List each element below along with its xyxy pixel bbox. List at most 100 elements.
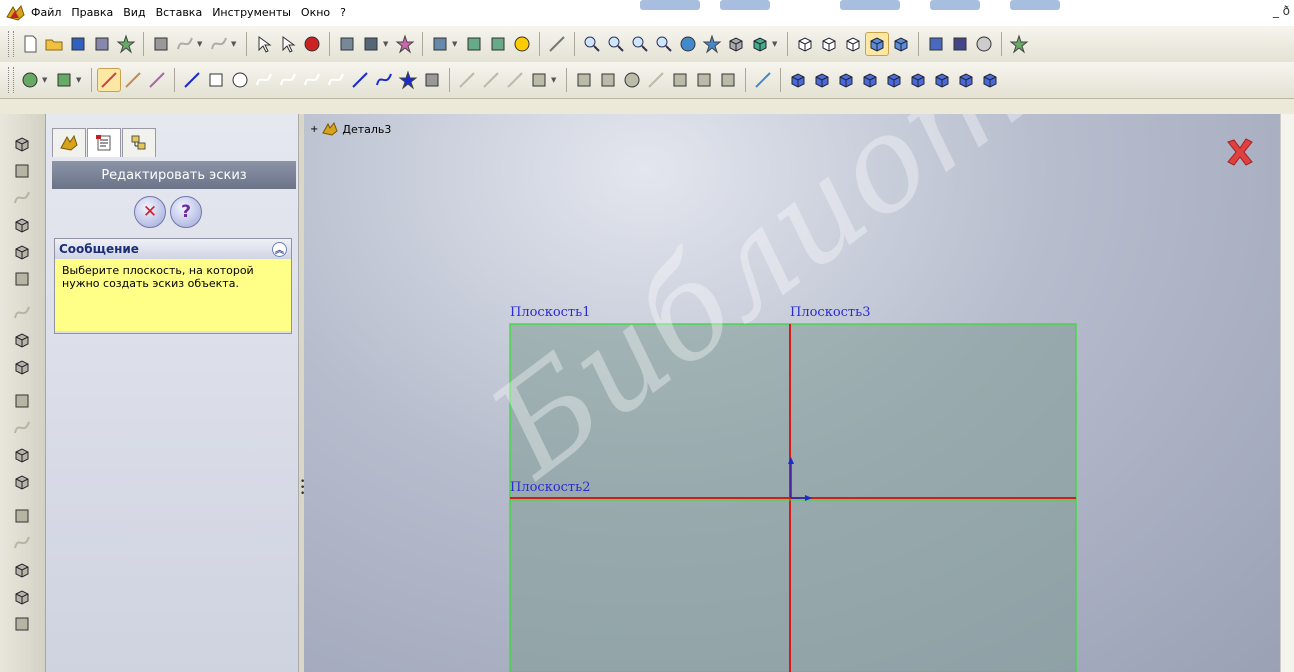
bottom-view-icon[interactable] (907, 69, 929, 91)
message-header[interactable]: Сообщение ︽ (55, 239, 291, 259)
line-icon[interactable] (181, 69, 203, 91)
trim-icon[interactable] (456, 69, 478, 91)
vertical-scrollbar[interactable] (1280, 114, 1294, 672)
plane-label-top[interactable]: Плоскость2 (510, 480, 590, 495)
menu-file[interactable]: Файл (26, 0, 66, 26)
smart-dimension-icon[interactable] (19, 69, 41, 91)
tab-feature-tree[interactable] (52, 128, 86, 157)
section-view-icon[interactable] (925, 33, 947, 55)
reference-axis-icon[interactable] (12, 614, 32, 634)
tab-property-manager[interactable] (87, 128, 121, 157)
back-view-icon[interactable] (811, 69, 833, 91)
sketch-icon[interactable] (97, 68, 121, 92)
save-icon[interactable] (67, 33, 89, 55)
hole-wizard-icon[interactable] (12, 506, 32, 526)
plane-label-right[interactable]: Плоскость3 (790, 305, 870, 320)
solidworks-logo-icon[interactable] (4, 3, 26, 23)
view-orientation-icon[interactable] (429, 33, 451, 55)
dropdown-arrow-icon[interactable]: ▼ (551, 76, 559, 84)
shaded-edges-icon[interactable] (865, 32, 889, 56)
sum-icon[interactable] (360, 33, 382, 55)
left-view-icon[interactable] (835, 69, 857, 91)
help-whatsnew-icon[interactable] (511, 33, 533, 55)
dropdown-arrow-icon[interactable]: ▼ (197, 40, 205, 48)
tangent-arc-icon[interactable] (277, 69, 299, 91)
fillet-feature-icon[interactable] (12, 357, 32, 377)
front-view-icon[interactable] (787, 69, 809, 91)
top-view-icon[interactable] (883, 69, 905, 91)
toolbar-grip-icon[interactable] (8, 31, 14, 57)
linear-pattern-icon[interactable] (597, 69, 619, 91)
move-icon[interactable] (645, 69, 667, 91)
extrude-boss-icon[interactable] (12, 134, 32, 154)
menu-edit[interactable]: Правка (66, 0, 118, 26)
dropdown-arrow-icon[interactable]: ▼ (383, 40, 391, 48)
new-document-icon[interactable] (19, 33, 41, 55)
rebuild-icon[interactable] (301, 33, 323, 55)
scale-icon[interactable] (693, 69, 715, 91)
spline-icon[interactable] (373, 69, 395, 91)
appearance-icon[interactable] (394, 33, 416, 55)
select-filter-icon[interactable] (277, 33, 299, 55)
print-icon[interactable] (150, 33, 172, 55)
dropdown-arrow-icon[interactable]: ▼ (42, 76, 50, 84)
menu-help[interactable]: ? (335, 0, 351, 26)
graphics-area[interactable]: + Деталь3 Плоскость1 Плоскость3 Плоскост… (304, 114, 1280, 672)
loft-cut-icon[interactable] (12, 330, 32, 350)
revolve-cut-icon[interactable] (12, 269, 32, 289)
select-icon[interactable] (253, 33, 275, 55)
help-button[interactable]: ? (170, 196, 202, 228)
sweep-cut-icon[interactable] (12, 303, 32, 323)
cancel-button[interactable]: ✕ (134, 196, 166, 228)
wireframe-icon[interactable] (794, 33, 816, 55)
isometric-view-icon[interactable] (931, 69, 953, 91)
trimetric-view-icon[interactable] (955, 69, 977, 91)
right-view-icon[interactable] (859, 69, 881, 91)
hidden-lines-visible-icon[interactable] (818, 33, 840, 55)
zoom-fit-icon[interactable] (487, 33, 509, 55)
menu-window[interactable]: Окно (296, 0, 335, 26)
shell-icon[interactable] (12, 445, 32, 465)
text-icon[interactable] (421, 69, 443, 91)
copy-icon[interactable] (669, 69, 691, 91)
rotate-icon[interactable] (717, 69, 739, 91)
sweep-icon[interactable] (12, 188, 32, 208)
plane-label-front[interactable]: Плоскость1 (510, 305, 590, 320)
sketch-check-icon[interactable] (546, 33, 568, 55)
mirror-icon[interactable] (528, 69, 550, 91)
menu-insert[interactable]: Вставка (151, 0, 208, 26)
lighting-icon[interactable] (749, 33, 771, 55)
pattern-icon[interactable] (573, 69, 595, 91)
dropdown-arrow-icon[interactable]: ▼ (772, 40, 780, 48)
rotate-view-icon[interactable] (677, 33, 699, 55)
extrude-cut-icon[interactable] (12, 242, 32, 262)
undo-icon[interactable] (174, 33, 196, 55)
offset-icon[interactable] (504, 69, 526, 91)
centerline-icon[interactable] (349, 69, 371, 91)
window-icon[interactable] (463, 33, 485, 55)
normal-to-icon[interactable] (752, 69, 774, 91)
circular-pattern-icon[interactable] (621, 69, 643, 91)
loft-icon[interactable] (12, 215, 32, 235)
zoom-area-icon[interactable] (605, 33, 627, 55)
zoom-to-fit-icon[interactable] (581, 33, 603, 55)
dropdown-arrow-icon[interactable]: ▼ (452, 40, 460, 48)
menu-tools[interactable]: Инструменты (207, 0, 296, 26)
menu-view[interactable]: Вид (118, 0, 150, 26)
fillet-icon[interactable] (325, 69, 347, 91)
three-point-arc-icon[interactable] (301, 69, 323, 91)
extend-icon[interactable] (480, 69, 502, 91)
circle-icon[interactable] (229, 69, 251, 91)
mirror-feature-icon[interactable] (12, 560, 32, 580)
pan-icon[interactable] (701, 33, 723, 55)
hidden-lines-removed-icon[interactable] (842, 33, 864, 55)
dome-icon[interactable] (12, 533, 32, 553)
toolbar-grip-icon[interactable] (8, 67, 14, 93)
dimetric-view-icon[interactable] (979, 69, 1001, 91)
sketch-edit-icon[interactable] (146, 69, 168, 91)
rib-icon[interactable] (12, 418, 32, 438)
dropdown-arrow-icon[interactable]: ▼ (231, 40, 239, 48)
dropdown-arrow-icon[interactable]: ▼ (76, 76, 84, 84)
collapse-icon[interactable]: ︽ (272, 242, 287, 257)
window-controls[interactable]: _ ð (1273, 4, 1290, 18)
